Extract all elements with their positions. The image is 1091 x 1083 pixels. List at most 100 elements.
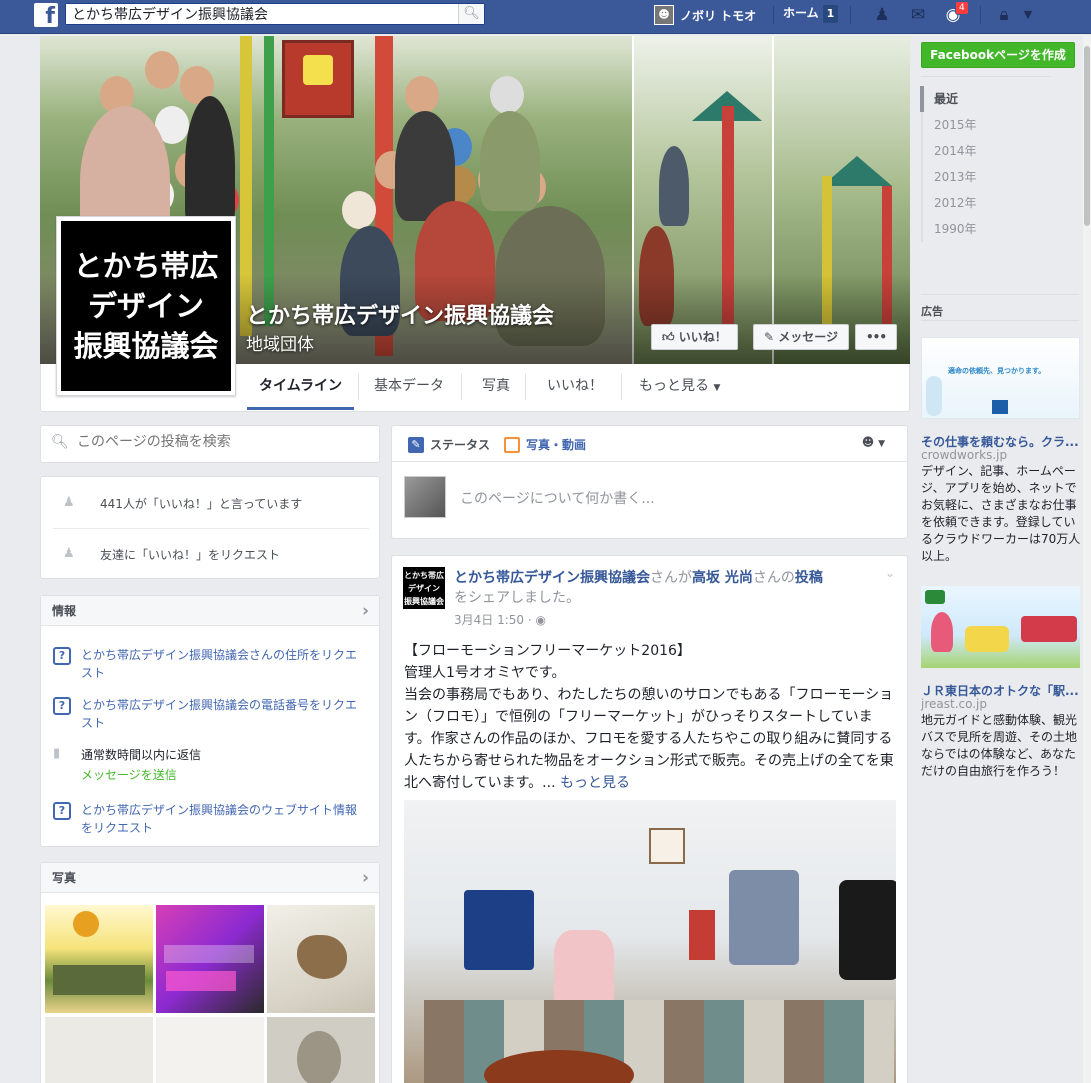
post-body: 【フローモーションフリーマーケット2016】 管理人1号オオミヤです。 当会の事… bbox=[404, 640, 896, 794]
shared-post-link[interactable]: 投稿 bbox=[795, 570, 823, 586]
year-2012[interactable]: 2012年 bbox=[923, 190, 1041, 216]
post-author-link[interactable]: とかち帯広デザイン振興協議会 bbox=[454, 570, 650, 586]
info-row-phone[interactable]: ? とかち帯広デザイン振興協議会の電話番号をリクエスト bbox=[53, 696, 363, 732]
thumb-decor bbox=[73, 911, 99, 937]
likes-count[interactable]: 441人が「いいね！」と言っています bbox=[100, 495, 302, 512]
tab-photos[interactable]: 写真 bbox=[470, 364, 522, 410]
profile-picture[interactable]: とかち帯広 デザイン 振興協議会 bbox=[56, 216, 236, 396]
ad1-image[interactable]: 適命の依頼先、見つかります。 bbox=[921, 337, 1080, 419]
lock-icon[interactable]: 🔒︎ bbox=[992, 4, 1016, 26]
friends-icon[interactable]: ♟ bbox=[870, 4, 894, 26]
info-card: 情報 › ? とかち帯広デザイン振興協議会さんの住所をリクエスト ? とかち帯広デザイ… bbox=[40, 595, 380, 847]
photos-title: 写真 bbox=[52, 871, 77, 885]
ad2-image[interactable] bbox=[921, 586, 1080, 668]
create-page-button[interactable]: Facebookページを作成 bbox=[921, 42, 1075, 68]
home-link[interactable]: ホーム 1 bbox=[783, 4, 839, 23]
post-header-text: さんが bbox=[650, 570, 692, 586]
page-category[interactable]: 地域団体 bbox=[246, 330, 314, 355]
tab-timeline[interactable]: タイムライン bbox=[247, 364, 355, 410]
messages-icon[interactable]: ✉ bbox=[906, 4, 930, 26]
composer-input[interactable]: このページについて何か書く... bbox=[460, 488, 655, 508]
scrollbar[interactable] bbox=[1083, 36, 1091, 1083]
request-phone-link[interactable]: とかち帯広デザイン振興協議会の電話番号をリクエスト bbox=[81, 696, 363, 732]
status-tab[interactable]: ✎ ステータス bbox=[408, 436, 490, 453]
chevron-down-icon[interactable]: ▼ bbox=[1016, 4, 1040, 26]
see-more-link[interactable]: もっと見る bbox=[560, 775, 630, 791]
photo-icon bbox=[504, 436, 520, 453]
photo-frame bbox=[649, 828, 685, 864]
logo-line: デザイン bbox=[87, 289, 204, 323]
question-icon: ? bbox=[53, 802, 71, 820]
ad2-domain[interactable]: jreast.co.jp bbox=[921, 697, 987, 711]
year-1990[interactable]: 1990年 bbox=[923, 216, 1041, 242]
tab-likes[interactable]: いいね！ bbox=[535, 364, 615, 410]
divider bbox=[921, 294, 1079, 295]
post-card: とかち帯広 デザイン 振興協議会 とかち帯広デザイン振興協議会さんが高坂 光尚さ… bbox=[391, 555, 908, 1083]
page-search-input[interactable] bbox=[77, 434, 367, 450]
post-header-text: さんの bbox=[752, 570, 795, 586]
post-time: 3月4日 1:50 bbox=[454, 613, 525, 627]
logo-line: デザイン bbox=[408, 584, 440, 593]
thumb-decor bbox=[164, 945, 254, 963]
year-2013[interactable]: 2013年 bbox=[923, 164, 1041, 190]
message-bubble-icon: ▮ bbox=[53, 746, 61, 761]
add-person-icon: ♟ bbox=[63, 546, 75, 561]
ad1-domain[interactable]: crowdworks.jp bbox=[921, 448, 1007, 462]
globe-icon: ◉ bbox=[535, 613, 546, 627]
page-title[interactable]: とかち帯広デザイン振興協議会 bbox=[246, 298, 554, 330]
tab-more-label: もっと見る bbox=[639, 378, 709, 394]
photo-thumbnail[interactable] bbox=[156, 1017, 264, 1083]
photo-video-tab[interactable]: 写真・動画 bbox=[504, 436, 586, 453]
year-2015[interactable]: 2015年 bbox=[923, 112, 1041, 138]
post-author-avatar[interactable]: とかち帯広 デザイン 振興協議会 bbox=[403, 567, 445, 609]
profile-link[interactable]: ☻ ノボリ トモオ bbox=[654, 4, 756, 26]
composer-tabs: ✎ ステータス 写真・動画 ☻ ▼ bbox=[392, 426, 907, 462]
message-button[interactable]: ✎ メッセージ bbox=[753, 324, 850, 350]
ad2-decor bbox=[1021, 616, 1077, 642]
photo-thumbnail[interactable] bbox=[156, 905, 264, 1013]
avatar bbox=[404, 476, 446, 518]
send-message-link[interactable]: メッセージを送信 bbox=[81, 764, 201, 786]
global-search[interactable]: 🔍︎ bbox=[65, 3, 485, 25]
post-timestamp[interactable]: 3月4日 1:50 · ◉ bbox=[454, 611, 546, 628]
search-icon[interactable]: 🔍︎ bbox=[458, 4, 484, 24]
thumb-decor bbox=[166, 971, 236, 991]
cover-person bbox=[145, 51, 179, 89]
cover-person bbox=[659, 146, 689, 226]
info-row-address[interactable]: ? とかち帯広デザイン振興協議会さんの住所をリクエスト bbox=[53, 646, 363, 682]
facebook-logo[interactable]: f bbox=[34, 3, 58, 27]
divider bbox=[621, 374, 622, 400]
tab-more[interactable]: もっと見る ▼ bbox=[627, 364, 732, 410]
scrollbar-thumb[interactable] bbox=[1084, 46, 1090, 226]
tab-about[interactable]: 基本データ bbox=[362, 364, 456, 410]
photo-thumbnail[interactable] bbox=[267, 1017, 375, 1083]
photo-thumbnail[interactable] bbox=[45, 1017, 153, 1083]
like-button[interactable]: 👍︎ いいね！ bbox=[651, 324, 738, 350]
search-input[interactable] bbox=[66, 4, 456, 24]
more-options-button[interactable]: ••• bbox=[855, 324, 898, 350]
globe-icon[interactable]: ◉ 4 bbox=[941, 1, 969, 26]
shared-person-link[interactable]: 高坂 光尚 bbox=[692, 570, 753, 586]
year-recent[interactable]: 最近 bbox=[920, 86, 1041, 112]
notification-badge: 4 bbox=[955, 1, 969, 15]
request-website-link[interactable]: とかち帯広デザイン振興協議会のウェブサイト情報をリクエスト bbox=[81, 801, 363, 837]
pencil-icon: ✎ bbox=[408, 436, 424, 453]
response-time: 通常数時間以内に返信 bbox=[81, 748, 202, 762]
photo-thumbnail[interactable] bbox=[267, 905, 375, 1013]
photo-thumbnail[interactable] bbox=[45, 905, 153, 1013]
info-header[interactable]: 情報 › bbox=[41, 596, 379, 626]
post-photo[interactable] bbox=[404, 800, 896, 1083]
ad2-decor bbox=[931, 612, 953, 652]
photos-header[interactable]: 写真 › bbox=[41, 863, 379, 893]
ad1-text[interactable]: デザイン、記事、ホームページ、アプリを始め、ネットでお気軽に、さまざまなお仕事を… bbox=[921, 463, 1081, 565]
post-options-icon[interactable]: ⌄ bbox=[885, 566, 895, 580]
crowdworks-logo-icon bbox=[992, 400, 1008, 414]
info-title: 情報 bbox=[52, 604, 77, 618]
page-post-search[interactable]: 🔍︎ bbox=[40, 425, 380, 463]
invite-friends-link[interactable]: 友達に「いいね！」をリクエスト bbox=[100, 546, 280, 563]
ad2-text[interactable]: 地元ガイドと感動体験、観光バスで見所を周遊、その土地ならではの体験など、あなただ… bbox=[921, 712, 1081, 780]
post-as-selector[interactable]: ☻ ▼ bbox=[862, 435, 885, 449]
year-2014[interactable]: 2014年 bbox=[923, 138, 1041, 164]
request-address-link[interactable]: とかち帯広デザイン振興協議会さんの住所をリクエスト bbox=[81, 646, 363, 682]
info-row-website[interactable]: ? とかち帯広デザイン振興協議会のウェブサイト情報をリクエスト bbox=[53, 801, 363, 837]
